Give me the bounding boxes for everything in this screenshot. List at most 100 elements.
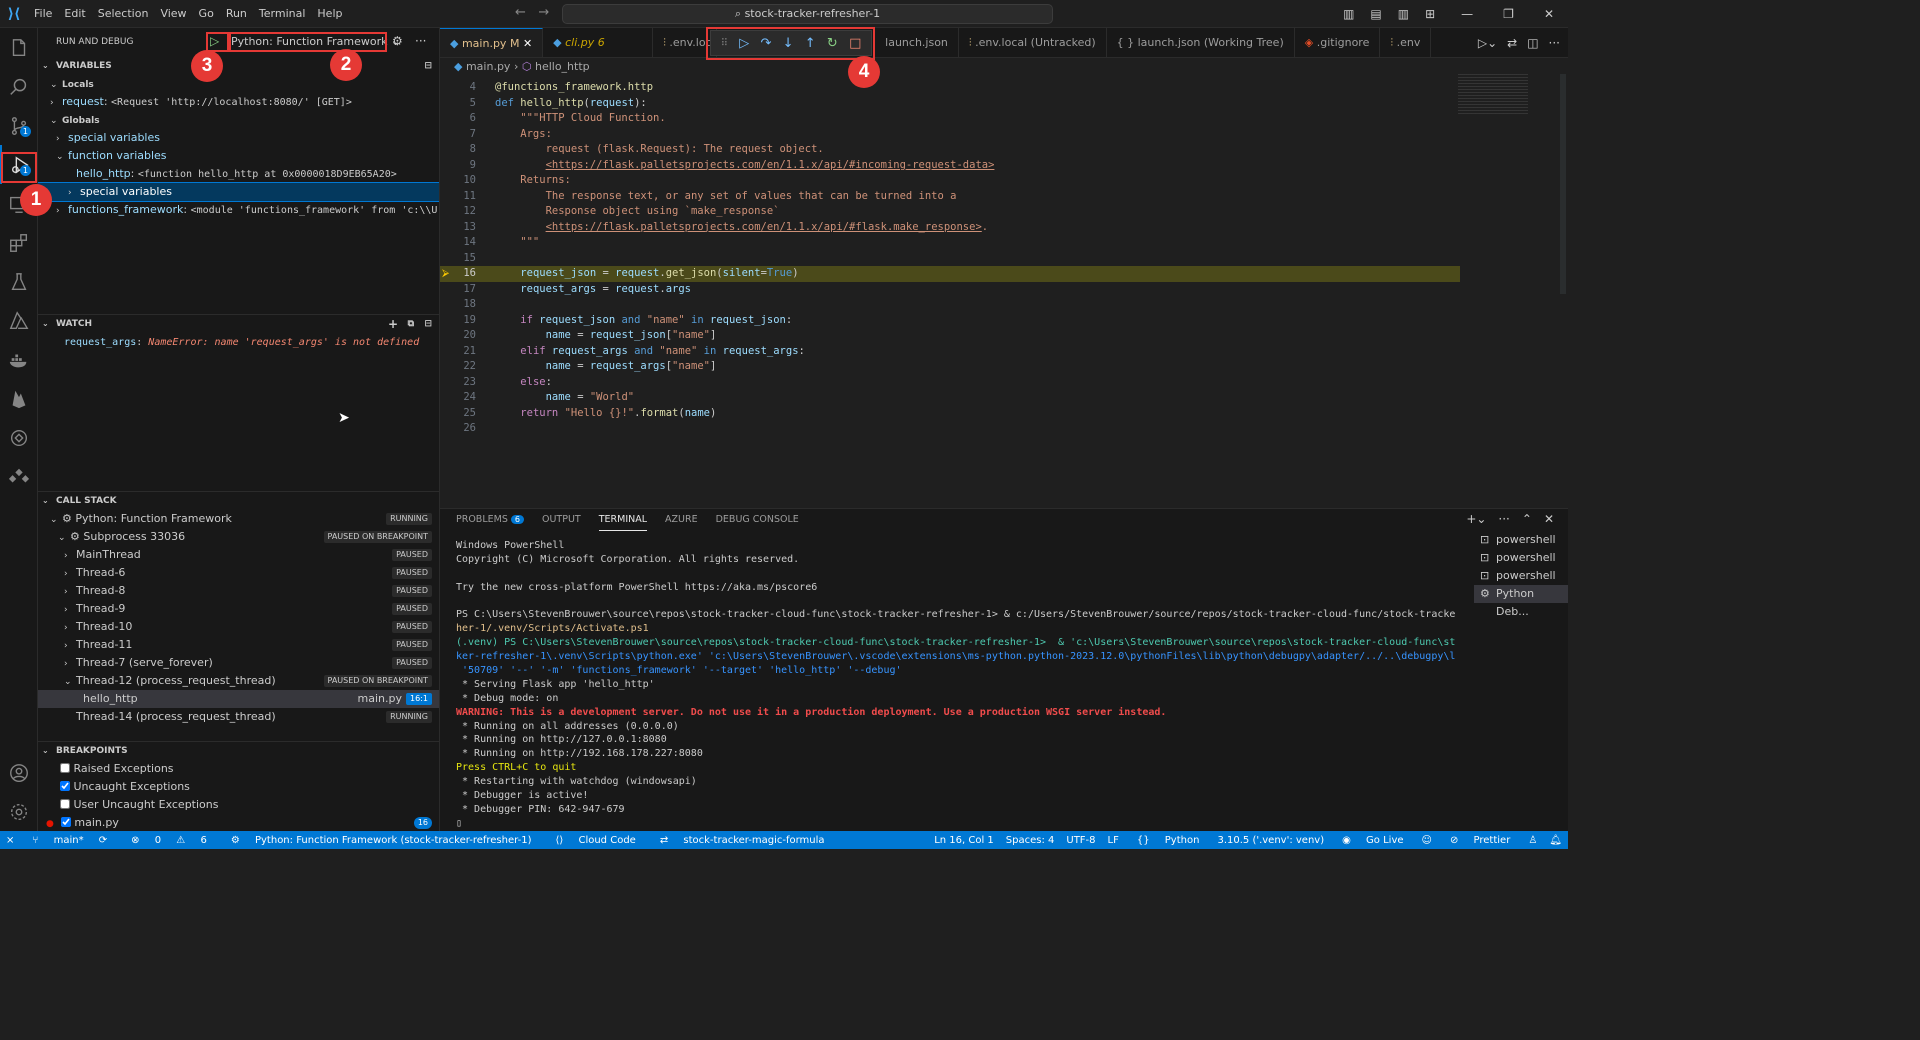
- collapse-all-icon[interactable]: ⊟: [424, 57, 432, 75]
- python-interpreter[interactable]: 3.10.5 ('.venv': venv): [1217, 835, 1324, 846]
- menu-selection[interactable]: Selection: [98, 7, 149, 20]
- variable-row[interactable]: › special variables: [38, 129, 439, 147]
- refresh-icon[interactable]: ⧉: [408, 315, 414, 333]
- callstack-thread[interactable]: › Thread-9 PAUSED: [38, 600, 439, 618]
- menu-go[interactable]: Go: [199, 7, 214, 20]
- notifications-bell-icon[interactable]: 🔔︎: [1549, 835, 1562, 846]
- callstack-process[interactable]: ⌄ ⚙ Subprocess 33036 PAUSED ON BREAKPOINT: [38, 528, 439, 546]
- menu-view[interactable]: View: [160, 7, 186, 20]
- close-tab-icon[interactable]: ✕: [523, 37, 532, 50]
- menu-help[interactable]: Help: [317, 7, 342, 20]
- variables-header[interactable]: ⌄ VARIABLES ⊟: [38, 57, 439, 75]
- callstack-thread[interactable]: › Thread-6 PAUSED: [38, 564, 439, 582]
- scope-locals[interactable]: ⌄ Locals: [38, 75, 439, 93]
- accounts-icon[interactable]: [0, 753, 38, 792]
- search-activity-icon[interactable]: [0, 67, 38, 106]
- terminal-output[interactable]: Windows PowerShell Copyright (C) Microso…: [456, 539, 1456, 831]
- branch-status[interactable]: ⑂ main* ⟳: [26, 835, 113, 846]
- tab-launch-json-working-tree[interactable]: { } launch.json (Working Tree): [1107, 28, 1295, 57]
- explorer-icon[interactable]: [0, 28, 38, 67]
- terminal-item[interactable]: ⊡ powershell: [1474, 549, 1568, 567]
- code-editor[interactable]: 4 @functions_framework.http 5 def hello_ht…: [440, 80, 1460, 437]
- accounts-status-icon[interactable]: ♙: [1528, 835, 1537, 846]
- close-window-icon[interactable]: ✕: [1544, 7, 1554, 21]
- breadcrumb-file[interactable]: main.py: [466, 60, 510, 73]
- cloud-code-icon[interactable]: [0, 457, 38, 496]
- callstack-thread[interactable]: › Thread-10 PAUSED: [38, 618, 439, 636]
- watch-header[interactable]: ⌄ WATCH + ⧉ ⊟: [38, 315, 439, 333]
- scope-globals[interactable]: ⌄ Globals: [38, 111, 439, 129]
- tab-terminal[interactable]: TERMINAL: [598, 509, 648, 531]
- split-editor-icon[interactable]: ◫: [1527, 36, 1538, 50]
- tab-main-py[interactable]: ◆ main.py M ✕: [440, 28, 544, 57]
- cursor-position[interactable]: Ln 16, Col 1: [934, 835, 994, 846]
- callstack-header[interactable]: ⌄ CALL STACK: [38, 492, 439, 510]
- variable-row[interactable]: ⌄ function variables: [38, 147, 439, 165]
- maximize-panel-icon[interactable]: ⌃: [1522, 512, 1532, 526]
- breakpoint-item[interactable]: Raised Exceptions: [38, 760, 439, 778]
- magic-formula-status[interactable]: ⇄ stock-tracker-magic-formula: [654, 835, 831, 846]
- testing-icon[interactable]: [0, 262, 38, 301]
- tab-problems[interactable]: PROBLEMS 6: [456, 509, 524, 531]
- new-terminal-icon[interactable]: +⌄: [1466, 512, 1486, 526]
- stack-frame-selected[interactable]: hello_http main.py 16:1: [38, 690, 439, 708]
- variable-row[interactable]: hello_http: <function hello_http at 0x00…: [38, 165, 439, 183]
- forward-icon[interactable]: →: [538, 5, 549, 20]
- editor-scrollbar[interactable]: [1560, 74, 1566, 294]
- problems-status[interactable]: ⊗ 0 ⚠ 6: [125, 835, 213, 846]
- toggle-sidebar-icon[interactable]: ▥: [1343, 7, 1354, 21]
- menu-terminal[interactable]: Terminal: [259, 7, 306, 20]
- collapse-all-icon[interactable]: ⊟: [424, 315, 432, 333]
- restore-icon[interactable]: ❐: [1503, 7, 1514, 21]
- uncaught-exceptions-checkbox[interactable]: [60, 781, 70, 791]
- more-actions-icon[interactable]: ···: [1549, 36, 1560, 50]
- toggle-secondary-sidebar-icon[interactable]: ▥: [1398, 7, 1409, 21]
- breadcrumb-symbol[interactable]: hello_http: [535, 60, 590, 73]
- breakpoint-item[interactable]: User Uncaught Exceptions: [38, 796, 439, 814]
- menu-edit[interactable]: Edit: [64, 7, 85, 20]
- tab-output[interactable]: OUTPUT: [542, 509, 581, 531]
- tab-env-local-untracked[interactable]: ⫶ .env.local (Untracked): [959, 28, 1107, 57]
- azure-icon[interactable]: [0, 301, 38, 340]
- callstack-thread[interactable]: › Thread-8 PAUSED: [38, 582, 439, 600]
- terminal-item[interactable]: ⊡ powershell: [1474, 531, 1568, 549]
- open-changes-icon[interactable]: ⇄: [1507, 36, 1517, 50]
- breakpoints-header[interactable]: ⌄ BREAKPOINTS: [38, 742, 439, 760]
- debug-status[interactable]: ⚙ Python: Function Framework (stock-trac…: [225, 835, 538, 846]
- callstack-thread[interactable]: › Thread-7 (serve_forever) PAUSED: [38, 654, 439, 672]
- docker-icon[interactable]: [0, 340, 38, 379]
- prettier-status[interactable]: ⊘ Prettier: [1444, 835, 1516, 846]
- encoding[interactable]: UTF-8: [1066, 835, 1095, 846]
- callstack-session[interactable]: ⌄ ⚙ Python: Function Framework RUNNING: [38, 510, 439, 528]
- tab-gitignore[interactable]: ◈ .gitignore: [1295, 28, 1381, 57]
- command-center[interactable]: ⌕ stock-tracker-refresher-1: [562, 4, 1053, 24]
- settings-gear-icon[interactable]: [0, 792, 38, 831]
- toggle-panel-icon[interactable]: ▤: [1370, 7, 1381, 21]
- more-actions-icon[interactable]: ···: [415, 34, 426, 48]
- close-panel-icon[interactable]: ✕: [1544, 512, 1554, 526]
- cloud-code-status[interactable]: ⟨⟩ Cloud Code: [549, 835, 641, 846]
- more-actions-icon[interactable]: ···: [1498, 512, 1509, 526]
- callstack-thread[interactable]: Thread-14 (process_request_thread) RUNNIN…: [38, 708, 439, 726]
- terminal-item-active[interactable]: ⚙ Python Deb...: [1474, 585, 1568, 618]
- variable-row[interactable]: › functions_framework: <module 'functions…: [38, 201, 439, 219]
- breakpoint-item[interactable]: ● main.py 16: [38, 814, 439, 831]
- menu-run[interactable]: Run: [226, 7, 247, 20]
- callstack-thread[interactable]: › Thread-11 PAUSED: [38, 636, 439, 654]
- terminal-item[interactable]: ⊡ powershell: [1474, 567, 1568, 585]
- breakpoint-arrow-icon[interactable]: ⮚: [442, 266, 449, 282]
- callstack-thread[interactable]: ⌄ Thread-12 (process_request_thread) PAUSE…: [38, 672, 439, 690]
- extensions-icon[interactable]: [0, 223, 38, 262]
- callstack-thread[interactable]: › MainThread PAUSED: [38, 546, 439, 564]
- go-live[interactable]: ◉ Go Live: [1336, 835, 1409, 846]
- source-control-icon[interactable]: 1: [0, 106, 38, 145]
- tab-cli-py[interactable]: ◆ cli.py 6: [543, 28, 654, 57]
- variable-row-selected[interactable]: › special variables: [38, 182, 439, 202]
- back-icon[interactable]: ←: [515, 5, 526, 20]
- user-uncaught-exceptions-checkbox[interactable]: [60, 799, 70, 809]
- remote-icon[interactable]: ⨯: [6, 835, 14, 846]
- tab-azure[interactable]: AZURE: [665, 509, 698, 531]
- run-python-icon[interactable]: ▷⌄: [1478, 36, 1497, 50]
- watch-expression[interactable]: request_args: NameError: name 'request_a…: [38, 333, 439, 351]
- add-expression-icon[interactable]: +: [388, 315, 398, 333]
